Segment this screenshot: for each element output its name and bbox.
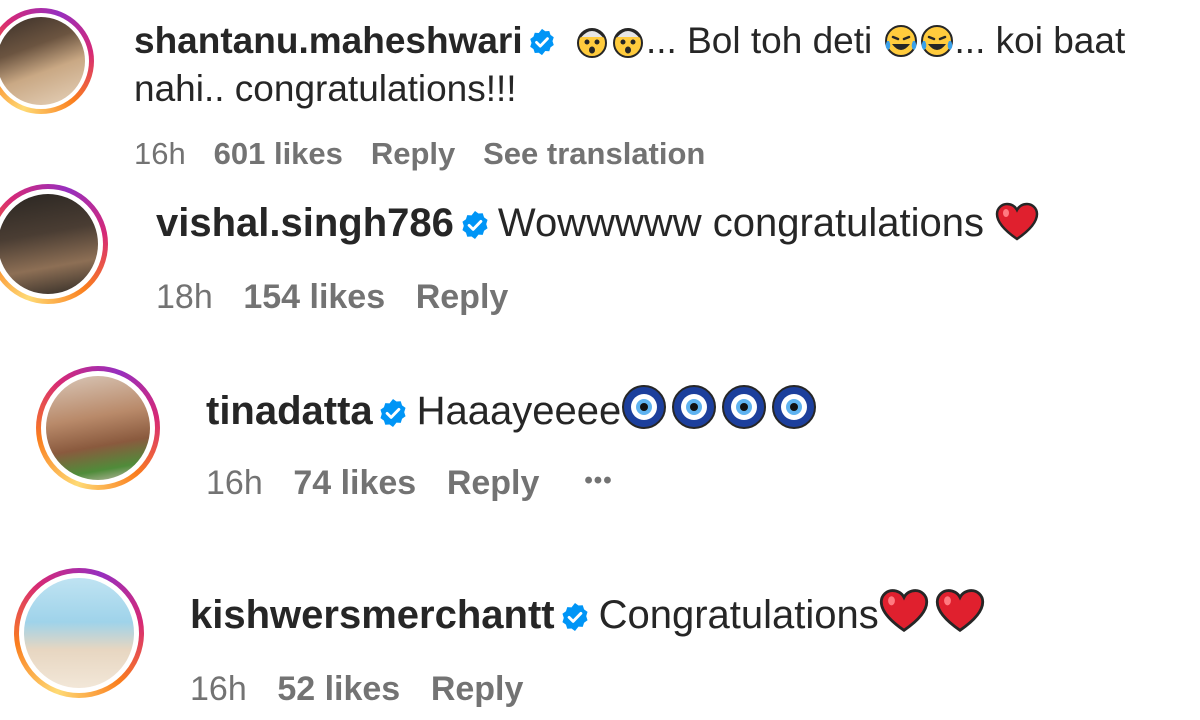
comment-text: Wowwwww congratulations bbox=[497, 201, 996, 245]
reply-button[interactable]: Reply bbox=[431, 670, 524, 708]
exploding-head-emoji bbox=[576, 27, 607, 58]
comment-username[interactable]: vishal.singh786 bbox=[156, 201, 454, 245]
red-heart-emoji bbox=[935, 589, 984, 633]
verified-badge-icon bbox=[462, 210, 488, 239]
avatar[interactable] bbox=[0, 8, 94, 114]
comment-time: 16h bbox=[206, 464, 263, 502]
reply-button[interactable]: Reply bbox=[447, 464, 540, 502]
red-heart-emoji bbox=[995, 202, 1039, 241]
comment-text: ... koi baat bbox=[954, 20, 1126, 61]
likes-count[interactable]: 601 likes bbox=[214, 136, 343, 171]
tears-of-joy-emoji bbox=[920, 24, 953, 57]
comment-time: 16h bbox=[134, 136, 186, 171]
exploding-head-emoji bbox=[612, 27, 643, 58]
comment-text: ... Bol toh deti bbox=[645, 20, 883, 61]
comment-time: 16h bbox=[190, 670, 247, 708]
more-options-icon[interactable]: ••• bbox=[584, 467, 612, 494]
comment-text: Congratulations bbox=[598, 593, 879, 637]
verified-badge-icon bbox=[530, 29, 554, 56]
likes-count[interactable]: 74 likes bbox=[293, 464, 416, 502]
comment-time: 18h bbox=[156, 278, 213, 316]
reply-button[interactable]: Reply bbox=[416, 278, 509, 316]
comment-username[interactable]: kishwersmerchantt bbox=[190, 593, 555, 637]
comment-meta: 18h 154 likes Reply bbox=[156, 278, 539, 317]
nazar-amulet-emoji bbox=[622, 385, 667, 429]
comment-meta: 16h 52 likes Reply bbox=[190, 670, 554, 709]
comment-meta: 16h 74 likes Reply ••• bbox=[206, 464, 634, 503]
avatar[interactable] bbox=[0, 184, 108, 304]
comment-username[interactable]: tinadatta bbox=[206, 389, 373, 433]
tears-of-joy-emoji bbox=[884, 24, 917, 57]
nazar-amulet-emoji bbox=[722, 385, 767, 429]
likes-count[interactable]: 52 likes bbox=[277, 670, 400, 708]
comment-text: Haaayeeee bbox=[416, 389, 622, 433]
nazar-amulet-emoji bbox=[672, 385, 717, 429]
reply-button[interactable]: Reply bbox=[371, 136, 455, 171]
verified-badge-icon bbox=[380, 398, 407, 427]
see-translation-button[interactable]: See translation bbox=[483, 136, 705, 171]
red-heart-emoji bbox=[879, 589, 928, 633]
nazar-amulet-emoji bbox=[772, 385, 817, 429]
avatar[interactable] bbox=[14, 568, 144, 698]
comment-username[interactable]: shantanu.maheshwari bbox=[134, 20, 523, 61]
verified-badge-icon bbox=[562, 602, 588, 631]
avatar[interactable] bbox=[36, 366, 160, 490]
comment-meta: 16h 601 likes Reply See translation bbox=[134, 136, 733, 172]
likes-count[interactable]: 154 likes bbox=[243, 278, 385, 316]
comment-text-line2: nahi.. congratulations!!! bbox=[134, 68, 517, 109]
